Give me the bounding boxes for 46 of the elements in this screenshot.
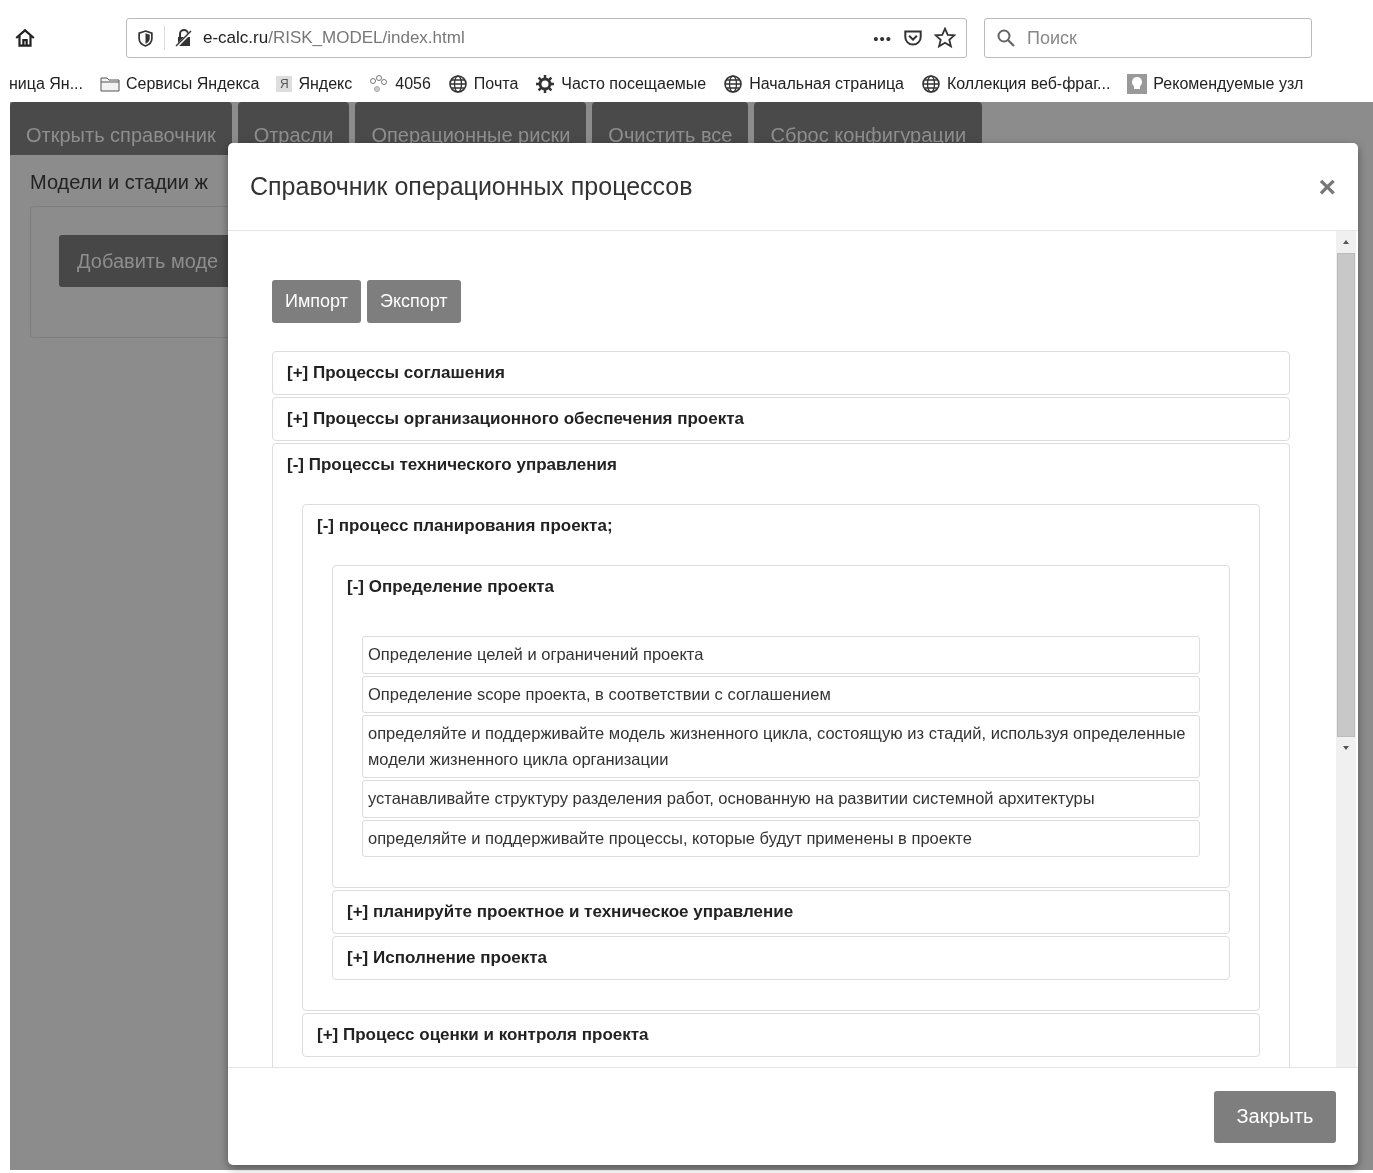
bookmark[interactable]: Рекомендуемые узл bbox=[1127, 74, 1304, 94]
globe-icon bbox=[723, 74, 744, 94]
list-item[interactable]: устанавливайте структуру разделения работ, основанную на развитии системной архитектуры bbox=[362, 780, 1200, 818]
scrollbar[interactable] bbox=[1336, 231, 1356, 1067]
search-icon bbox=[996, 28, 1016, 48]
section-heading: Модели и стадии ж bbox=[30, 171, 208, 194]
url-text[interactable]: e-calc.ru/RISK_MODEL/index.html bbox=[203, 28, 864, 48]
star-icon[interactable] bbox=[934, 27, 956, 49]
bookmark[interactable]: Почта bbox=[447, 74, 519, 94]
panel-toggle[interactable]: [+] планируйте проектное и техническое управление bbox=[347, 902, 794, 922]
yandex-icon: Я bbox=[276, 76, 293, 92]
bookmark[interactable]: 4056 bbox=[369, 75, 431, 93]
list-item[interactable]: определяйте и поддерживайте модель жизненного цикла, состоящую из стадий, используя определенные модели жизненного цикла организации bbox=[362, 715, 1200, 779]
lightbulb-icon bbox=[1127, 74, 1148, 94]
panel-toggle[interactable]: [+] Процесс оценки и контроля проекта bbox=[317, 1025, 649, 1045]
gear-icon bbox=[535, 74, 556, 94]
folder-icon bbox=[100, 76, 120, 92]
bookmark[interactable]: ница Ян... bbox=[9, 75, 83, 93]
bookmark[interactable]: Часто посещаемые bbox=[535, 74, 707, 94]
globe-icon bbox=[921, 74, 941, 94]
panel-toggle[interactable]: [+] Процессы организационного обеспечения проекта bbox=[287, 409, 744, 428]
panel-toggle[interactable]: [+] Процессы соглашения bbox=[287, 363, 505, 382]
menu-icon[interactable]: ••• bbox=[873, 29, 892, 47]
panel-toggle[interactable]: [+] Исполнение проекта bbox=[347, 948, 548, 968]
search-field[interactable]: Поиск bbox=[984, 18, 1312, 58]
list-item[interactable]: Определение целей и ограничений проекта bbox=[362, 636, 1200, 674]
home-icon[interactable] bbox=[14, 27, 36, 49]
bookmark[interactable]: Коллекция веб-фраг... bbox=[921, 74, 1111, 94]
globe-icon bbox=[447, 74, 468, 94]
address-bar[interactable]: e-calc.ru/RISK_MODEL/index.html ••• bbox=[126, 18, 967, 58]
panel-toggle[interactable]: [-] Процессы технического управления bbox=[287, 455, 617, 474]
list-item[interactable]: Определение scope проекта, в соответствии с соглашением bbox=[362, 675, 1200, 714]
close-button[interactable]: Закрыть bbox=[1214, 1090, 1336, 1143]
dialog-title: Справочник операционных процессов bbox=[250, 172, 693, 201]
action-button[interactable]: Импорт bbox=[272, 280, 361, 323]
shield-icon[interactable] bbox=[137, 29, 154, 47]
close-button[interactable]: × bbox=[1318, 169, 1336, 204]
nodes-icon bbox=[369, 75, 390, 93]
list-item[interactable]: определяйте и поддерживайте процессы, которые будут применены в проекте bbox=[362, 819, 1200, 858]
bookmark[interactable]: Я Яндекс bbox=[276, 75, 353, 93]
panel-toggle[interactable]: [-] Определение проекта bbox=[347, 577, 554, 596]
bookmark[interactable]: Начальная страница bbox=[723, 74, 904, 94]
panel-toggle[interactable]: [-] процесс планирования проекта; bbox=[317, 516, 613, 535]
action-button[interactable]: Экспорт bbox=[366, 280, 461, 323]
lock-crossed-icon[interactable] bbox=[175, 29, 193, 47]
bookmark[interactable]: Сервисы Яндекса bbox=[100, 75, 260, 93]
